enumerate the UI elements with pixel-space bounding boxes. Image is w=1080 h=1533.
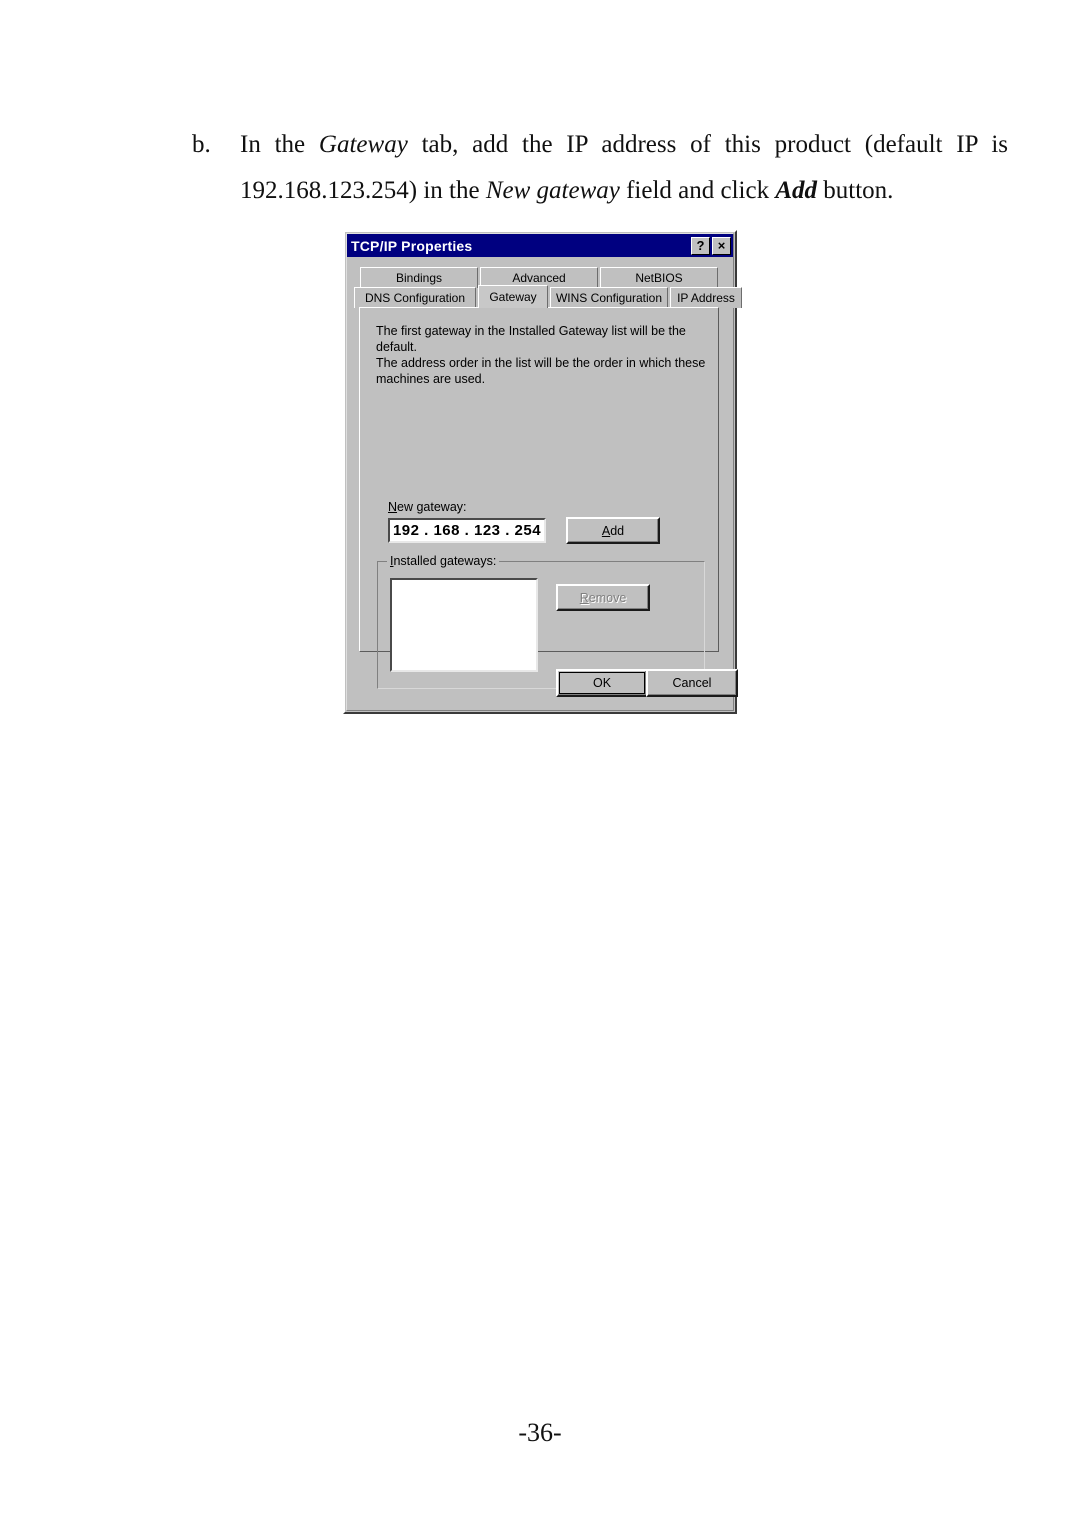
new-gateway-label-rest: ew gateway: [397, 500, 467, 514]
remove-button-accel: R [579, 590, 589, 605]
installed-gateways-listbox[interactable] [390, 578, 538, 672]
installed-gateways-legend: Installed gateways: [387, 554, 500, 568]
gateway-description-line-1: The first gateway in the Installed Gatew… [376, 324, 686, 354]
installed-gateways-legend-rest: nstalled gateways: [393, 554, 497, 568]
text-segment-6: button. [817, 177, 894, 204]
tab-netbios-label: NetBIOS [635, 271, 683, 285]
tab-dns-configuration-label: DNS Configuration [364, 291, 466, 305]
list-marker: b. [192, 131, 211, 158]
tab-netbios[interactable]: NetBIOS [600, 267, 718, 288]
new-gateway-input[interactable]: 192 . 168 . 123 . 254 [388, 518, 546, 543]
gateway-description-line-3: machines are used. [376, 372, 486, 386]
dialog-titlebar: TCP/IP Properties ? × [347, 234, 733, 257]
tab-gateway-label: Gateway [489, 290, 537, 304]
add-button-accel: A [601, 523, 611, 538]
tcpip-properties-dialog: TCP/IP Properties ? × Bindings Advanced … [343, 230, 742, 714]
close-icon[interactable]: × [712, 236, 731, 255]
remove-button-label: Remove [580, 591, 627, 605]
cancel-button[interactable]: Cancel [646, 669, 738, 697]
text-segment-0: In the [240, 131, 319, 158]
remove-button-rest: emove [588, 590, 627, 605]
dialog-title: TCP/IP Properties [351, 237, 473, 254]
text-segment-4: field and click [619, 177, 776, 204]
tab-ip-address-label: IP Address [677, 291, 735, 305]
new-gateway-label: New gateway: [388, 500, 467, 514]
cancel-button-label: Cancel [672, 676, 712, 690]
tab-wins-configuration[interactable]: WINS Configuration [550, 287, 668, 308]
text-segment-3: New gateway [485, 177, 620, 204]
tab-ip-address[interactable]: IP Address [670, 287, 742, 308]
gateway-tab-panel: The first gateway in the Installed Gatew… [359, 307, 719, 689]
remove-button[interactable]: Remove [556, 584, 650, 611]
ok-button-label: OK [592, 676, 612, 690]
tab-gateway[interactable]: Gateway [478, 285, 548, 308]
page-number: -36- [518, 1418, 562, 1447]
instruction-paragraph: b. In the Gateway tab, add the IP addres… [192, 122, 1008, 214]
new-gateway-input-value: 192 . 168 . 123 . 254 [392, 522, 542, 539]
gateway-description-line-2: The address order in the list will be th… [376, 356, 706, 370]
tab-bindings[interactable]: Bindings [360, 267, 478, 288]
tab-row-bottom: DNS Configuration Gateway WINS Configura… [354, 285, 742, 308]
gateway-description: The first gateway in the Installed Gatew… [376, 323, 706, 387]
ok-button[interactable]: OK [556, 669, 648, 697]
tab-wins-configuration-label: WINS Configuration [555, 291, 663, 305]
tab-bindings-label: Bindings [395, 271, 443, 285]
add-button-rest: dd [610, 523, 625, 538]
tab-dns-configuration[interactable]: DNS Configuration [354, 287, 476, 308]
add-button-label: Add [602, 524, 624, 538]
text-segment-1: Gateway [318, 131, 408, 158]
tab-advanced-label: Advanced [512, 271, 566, 285]
add-button[interactable]: Add [566, 517, 660, 544]
new-gateway-label-accel: N [388, 500, 398, 514]
paragraph-body: In the Gateway tab, add the IP address o… [240, 122, 1008, 214]
help-icon[interactable]: ? [691, 236, 710, 255]
text-segment-5: Add [775, 177, 818, 204]
